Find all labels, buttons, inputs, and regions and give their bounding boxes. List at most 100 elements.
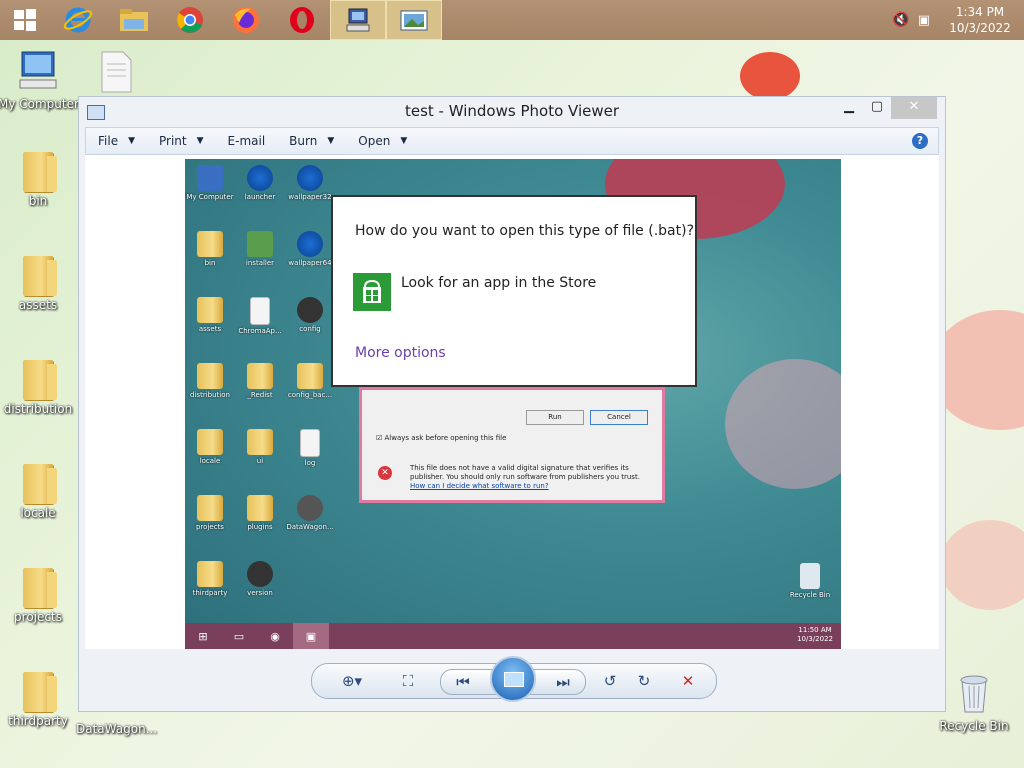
desktop-icon-bin[interactable]: bin (0, 152, 78, 208)
volume-muted-icon[interactable]: 🔇 (892, 12, 909, 28)
image-icon: DataWagon... (282, 495, 338, 531)
minimize-button[interactable]: ▁ (835, 97, 863, 119)
image-icon: plugins (232, 495, 288, 531)
close-button[interactable]: ✕ (891, 97, 937, 119)
desktop-icon-label: locale (20, 506, 56, 520)
computer-app-button[interactable] (330, 0, 386, 40)
maximize-button[interactable]: ▢ (863, 97, 891, 119)
image-icon: My Computer (185, 165, 238, 201)
desktop-icon-distribution[interactable]: distribution (0, 360, 78, 416)
image-icon-label: wallpaper64 (288, 259, 332, 267)
image-icon: _Redist (232, 363, 288, 399)
image-help-link: How can I decide what software to run? (410, 482, 549, 490)
image-icon: wallpaper32 (282, 165, 338, 201)
chrome-icon (177, 7, 203, 33)
menu-print[interactable]: Print ▼ (147, 134, 216, 148)
displayed-image: My Computer launcher wallpaper32 bin ins… (185, 159, 841, 649)
image-icon-label: DataWagon... (286, 523, 334, 531)
desktop-icon-label: Recycle Bin (939, 719, 1009, 733)
desktop-icon-label: DataWagon... (76, 722, 158, 736)
flower-petal-decor (740, 52, 800, 100)
desktop-icon-assets[interactable]: assets (0, 256, 78, 312)
opera-button[interactable] (274, 0, 330, 40)
datawagon-icon (297, 495, 323, 521)
launcher-icon (297, 231, 323, 257)
chrome-button[interactable] (162, 0, 218, 40)
image-icon-label: installer (245, 259, 275, 267)
image-icon-label: projects (196, 523, 224, 531)
image-icon: bin (185, 231, 238, 267)
zoom-icon[interactable]: ⊕▾ (336, 670, 368, 692)
menu-label: Open (358, 134, 391, 148)
file-explorer-icon: ▭ (233, 629, 245, 643)
recycle-bin-icon (800, 563, 820, 589)
recycle-bin-icon (960, 675, 988, 713)
window-title: test - Windows Photo Viewer (404, 102, 620, 120)
version-icon (247, 561, 273, 587)
desktop-icon-recycle-bin[interactable]: Recycle Bin (934, 672, 1014, 733)
store-bag-icon (363, 279, 381, 303)
help-icon[interactable]: ? (912, 133, 928, 149)
photo-viewer-window: test - Windows Photo Viewer ▁ ▢ ✕ File ▼ … (78, 96, 946, 712)
previous-icon[interactable]: ⏮ (451, 671, 475, 693)
desktop-icon-document[interactable] (76, 50, 156, 97)
menu-burn[interactable]: Burn ▼ (277, 134, 346, 148)
internet-explorer-button[interactable] (50, 0, 106, 40)
title-bar[interactable]: test - Windows Photo Viewer ▁ ▢ ✕ (79, 97, 945, 127)
folder-icon (23, 152, 57, 192)
warning-shield-icon: ✕ (378, 466, 392, 480)
image-icon: version (232, 561, 288, 597)
firefox-icon (233, 7, 259, 33)
desktop-icon-label: My Computer (0, 97, 79, 111)
document-icon (300, 429, 320, 457)
taskbar-clock[interactable]: 1:34 PM 10/3/2022 (936, 4, 1024, 36)
delete-icon[interactable]: ✕ (676, 670, 700, 692)
image-icon-label: log (304, 459, 316, 467)
document-icon (101, 51, 132, 93)
image-icon-label: config (299, 325, 321, 333)
image-security-dialog: Run Cancel ☑ Always ask before opening t… (359, 387, 665, 503)
desktop-icon-projects[interactable]: projects (0, 568, 78, 624)
slideshow-button[interactable] (490, 656, 536, 702)
file-explorer-button[interactable] (106, 0, 162, 40)
image-icon: config_bac... (282, 363, 338, 399)
config-icon (297, 297, 323, 323)
menu-file[interactable]: File ▼ (86, 134, 147, 148)
start-button[interactable] (0, 0, 50, 40)
flower-petal-decor (940, 520, 1024, 610)
computer-icon: ▣ (293, 623, 329, 649)
desktop-icon-my-computer[interactable]: My Computer (0, 50, 79, 111)
menu-email[interactable]: E-mail (216, 134, 278, 148)
image-clock-date: 10/3/2022 (797, 635, 833, 643)
desktop-icon-locale[interactable]: locale (0, 464, 78, 520)
desktop-icon-thirdparty[interactable]: thirdparty (0, 672, 78, 728)
actual-size-icon[interactable]: ⛶ (396, 670, 420, 692)
image-open-with-flyout: How do you want to open this type of fil… (331, 195, 697, 387)
rotate-clockwise-icon[interactable]: ↻ (632, 670, 656, 692)
folder-icon (197, 495, 223, 521)
folder-icon (197, 561, 223, 587)
image-icon-label: ChromaAp... (238, 327, 282, 335)
image-taskbar: ⊞ ▭ ◉ ▣ 11:50 AM 10/3/2022 (185, 623, 841, 649)
folder-icon (197, 429, 223, 455)
launcher-icon (247, 165, 273, 191)
image-icon: log (282, 429, 338, 467)
image-clock: 11:50 AM 10/3/2022 (797, 626, 833, 644)
menu-open[interactable]: Open ▼ (346, 134, 419, 148)
computer-icon (19, 51, 57, 89)
firefox-button[interactable] (218, 0, 274, 40)
folder-icon (197, 297, 223, 323)
next-icon[interactable]: ⏭ (551, 671, 575, 693)
folder-icon (23, 672, 57, 712)
image-store-option: Look for an app in the Store (401, 275, 597, 291)
folder-icon (23, 360, 57, 400)
image-icon-label: bin (204, 259, 216, 267)
windows-logo-icon: ⊞ (198, 629, 208, 643)
image-icon: Recycle Bin (782, 563, 838, 599)
network-icon[interactable]: ▣ (918, 13, 930, 28)
image-icon: installer (232, 231, 288, 267)
photo-viewer-taskbar-button[interactable] (386, 0, 442, 40)
image-icon: assets (185, 297, 238, 333)
rotate-counterclockwise-icon[interactable]: ↺ (598, 670, 622, 692)
image-run-button: Run (526, 410, 584, 425)
